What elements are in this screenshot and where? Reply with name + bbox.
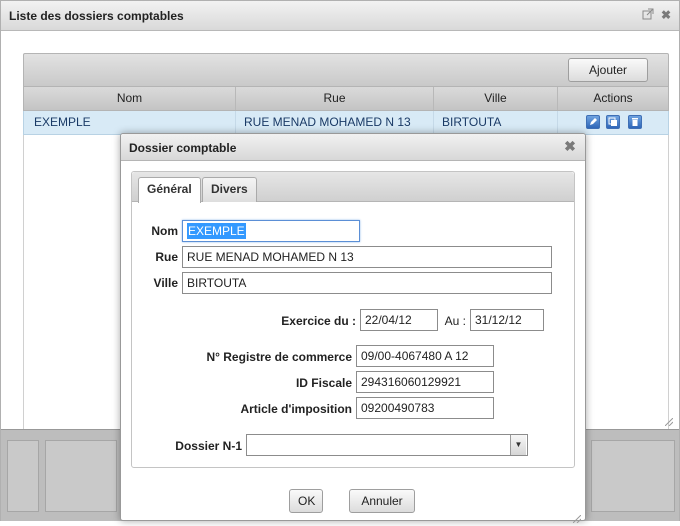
nom-label: Nom [151,224,178,238]
article-field[interactable]: 09200490783 [356,397,494,419]
close-icon[interactable]: ✖ [659,8,673,22]
cell-ville: BIRTOUTA [434,111,558,134]
registre-field[interactable]: 09/00-4067480 A 12 [356,345,494,367]
ville-label: Ville [153,276,178,290]
cell-nom: EXEMPLE [24,111,236,134]
dialog-title-bar: Dossier comptable ✖ [121,134,585,161]
edit-icon[interactable] [586,115,600,129]
resize-grip-icon[interactable] [664,415,674,427]
cancel-button[interactable]: Annuler [349,489,415,513]
dossier-n1-value [247,438,251,452]
close-icon[interactable]: ✖ [563,139,577,153]
column-header-nom[interactable]: Nom [24,87,236,110]
dossier-dialog: Dossier comptable ✖ Général Divers Nom E… [120,133,586,524]
rue-label: Rue [155,250,178,264]
tab-bar: Général Divers [132,172,574,203]
cell-rue: RUE MENAD MOHAMED N 13 [236,111,434,134]
tab-general[interactable]: Général [138,177,201,203]
panel-cell [591,440,675,512]
fiscal-field[interactable]: 294316060129921 [356,371,494,393]
table-row[interactable]: EXEMPLE RUE MENAD MOHAMED N 13 BIRTOUTA [23,111,669,135]
dialog-title: Dossier comptable [129,141,237,155]
table-header: Nom Rue Ville Actions [23,87,669,111]
tab-divers[interactable]: Divers [202,177,257,202]
cell-actions [558,111,668,134]
exercice-to-field[interactable]: 31/12/12 [470,309,544,331]
nom-value: EXEMPLE [187,223,246,239]
fiscal-label: ID Fiscale [295,376,352,390]
window-title-bar: Liste des dossiers comptables ✖ [1,1,679,31]
panel-cell [7,440,39,512]
exercice-label: Exercice du : [281,314,356,328]
ville-field[interactable]: BIRTOUTA [182,272,552,294]
column-header-actions: Actions [593,91,633,105]
dossier-n1-label: Dossier N-1 [175,439,242,453]
rue-field[interactable]: RUE MENAD MOHAMED N 13 [182,246,552,268]
exercice-from-field[interactable]: 22/04/12 [360,309,438,331]
delete-icon[interactable] [628,115,642,129]
au-label: Au : [444,314,466,328]
add-button[interactable]: Ajouter (F2) [568,58,648,99]
dossier-n1-select[interactable]: ▼ [246,434,528,456]
ok-button[interactable]: OK [289,489,323,513]
grid-toolbar: Ajouter (F2) [23,53,669,99]
resize-grip-icon[interactable] [572,512,582,524]
article-label: Article d'imposition [240,402,352,416]
panel-cell [45,440,117,512]
column-header-rue[interactable]: Rue [236,87,434,110]
column-header-ville[interactable]: Ville [434,87,558,110]
window-title: Liste des dossiers comptables [9,9,184,23]
nom-field[interactable]: EXEMPLE [182,220,360,242]
registre-label: N° Registre de commerce [206,350,352,364]
chevron-down-icon[interactable]: ▼ [510,435,526,455]
copy-icon[interactable] [606,115,620,129]
tab-panel: Général Divers Nom EXEMPLE Rue RUE MENAD… [131,171,575,468]
popout-icon[interactable] [641,8,655,22]
